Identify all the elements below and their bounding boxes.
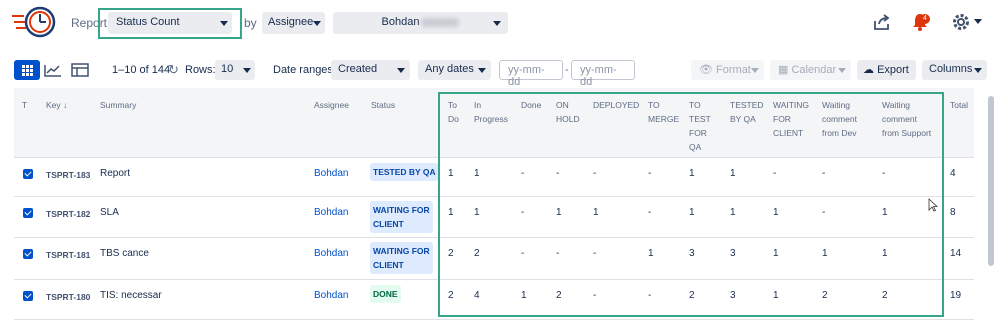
clock-logo-icon[interactable] <box>10 4 58 40</box>
columns-label: Columns <box>929 63 973 75</box>
issue-key[interactable]: TSPRT-183 <box>46 170 90 180</box>
date-field-select[interactable]: Created <box>331 60 410 80</box>
rows-label: Rows: <box>185 64 216 76</box>
chevron-down-icon <box>478 68 486 73</box>
row-checkbox[interactable] <box>23 249 33 259</box>
date-to-input[interactable]: yy-mm-dd <box>571 60 635 88</box>
issue-summary[interactable]: TBS cance <box>100 248 149 259</box>
col-header-key[interactable]: Key ↓ <box>46 98 67 112</box>
rows-value: 10 <box>221 63 234 75</box>
report-highlight-box <box>98 8 242 39</box>
issue-summary[interactable]: SLA <box>100 207 119 218</box>
calendar-label: Calendar <box>791 64 837 76</box>
issue-summary[interactable]: Report <box>100 168 130 179</box>
issue-assignee[interactable]: Bohdan <box>314 207 348 218</box>
format-label: Format <box>716 64 751 76</box>
chevron-down-icon <box>397 68 405 73</box>
col-header-summary[interactable]: Summary <box>100 98 136 112</box>
issue-summary[interactable]: TIS: necessar <box>100 290 162 301</box>
mouse-cursor-icon <box>928 198 938 212</box>
chevron-down-icon <box>974 68 982 73</box>
columns-button[interactable]: Columns <box>922 60 987 80</box>
user-select[interactable]: Bohdan <box>333 12 508 34</box>
chevron-down-icon <box>493 21 501 26</box>
chevron-down-icon <box>751 68 759 73</box>
chevron-down-icon <box>243 68 251 73</box>
row-checkbox[interactable] <box>23 208 33 218</box>
issue-assignee[interactable]: Bohdan <box>314 248 348 259</box>
issue-assignee[interactable]: Bohdan <box>314 168 348 179</box>
row-checkbox[interactable] <box>23 169 33 179</box>
line-chart-icon <box>44 65 61 77</box>
col-header-status[interactable]: Status <box>371 98 395 112</box>
grid-icon <box>22 65 33 76</box>
date-range-select[interactable]: Any dates <box>418 60 491 80</box>
table-view-button[interactable] <box>67 60 93 80</box>
cloud-download-icon: ☁ <box>863 64 874 76</box>
date-field-value: Created <box>338 63 378 75</box>
row-checkbox[interactable] <box>23 291 33 301</box>
calendar-icon: ▦ <box>778 64 789 76</box>
rows-select[interactable]: 10 <box>215 60 255 80</box>
status-badge-line: DONE <box>373 289 398 299</box>
calendar-button[interactable]: ▦ Calendar <box>770 60 851 80</box>
by-label: by <box>244 16 257 30</box>
total-cell: 4 <box>950 168 956 179</box>
vertical-scrollbar[interactable] <box>988 96 994 266</box>
status-badge-line: CLIENT <box>373 219 404 229</box>
date-ranges-label: Date ranges: <box>273 64 336 76</box>
group-by-select[interactable]: Assignee <box>262 12 325 34</box>
eye-icon: 👁 <box>699 64 713 76</box>
share-icon[interactable] <box>873 13 891 31</box>
grid-view-button[interactable] <box>14 60 40 80</box>
date-from-input[interactable]: yy-mm-dd <box>499 60 563 88</box>
issue-key[interactable]: TSPRT-180 <box>46 292 90 302</box>
export-button[interactable]: ☁ Export <box>857 60 916 80</box>
notification-badge: 4 <box>920 14 930 24</box>
status-badge-line: WAITING FOR <box>373 246 430 256</box>
format-button[interactable]: 👁 Format <box>691 60 764 80</box>
status-badge: TESTED BY QA <box>370 163 439 181</box>
issue-key[interactable]: TSPRT-181 <box>46 250 90 260</box>
date-range-value: Any dates <box>425 63 474 75</box>
chevron-down-icon[interactable] <box>974 19 982 24</box>
export-label: Export <box>877 64 909 76</box>
chevron-down-icon <box>838 68 846 73</box>
status-badge: WAITING FOR CLIENT <box>370 242 433 274</box>
paging-info: 1–10 of 144 <box>112 64 171 76</box>
status-badge: DONE <box>370 285 401 303</box>
issue-assignee[interactable]: Bohdan <box>314 290 348 301</box>
refresh-icon[interactable]: ↻ <box>168 62 179 78</box>
chart-view-button[interactable] <box>40 60 66 80</box>
redacted-text <box>421 17 460 27</box>
total-cell: 14 <box>950 248 962 259</box>
user-value: Bohdan <box>381 16 420 28</box>
status-columns-highlight-box <box>438 92 944 317</box>
status-badge-line: WAITING FOR <box>373 205 430 215</box>
total-cell: 19 <box>950 290 962 301</box>
date-separator: - <box>565 64 569 76</box>
issue-key[interactable]: TSPRT-182 <box>46 209 90 219</box>
col-header-assignee[interactable]: Assignee <box>314 98 349 112</box>
chevron-down-icon <box>313 21 321 26</box>
status-badge-line: TESTED BY QA <box>373 167 436 177</box>
group-by-value: Assignee <box>268 16 314 28</box>
table-icon <box>71 63 89 77</box>
col-header-key-label: Key <box>46 100 61 110</box>
status-badge: WAITING FOR CLIENT <box>370 201 433 233</box>
col-header-total[interactable]: Total <box>950 98 968 112</box>
arrow-down-icon: ↓ <box>63 100 68 110</box>
status-badge-line: CLIENT <box>373 260 404 270</box>
gear-icon[interactable] <box>951 12 971 32</box>
total-cell: 8 <box>950 207 956 218</box>
top-bar: Report: Status Count by Assignee Bohdan … <box>0 0 998 48</box>
col-header-type[interactable]: T <box>22 98 27 112</box>
